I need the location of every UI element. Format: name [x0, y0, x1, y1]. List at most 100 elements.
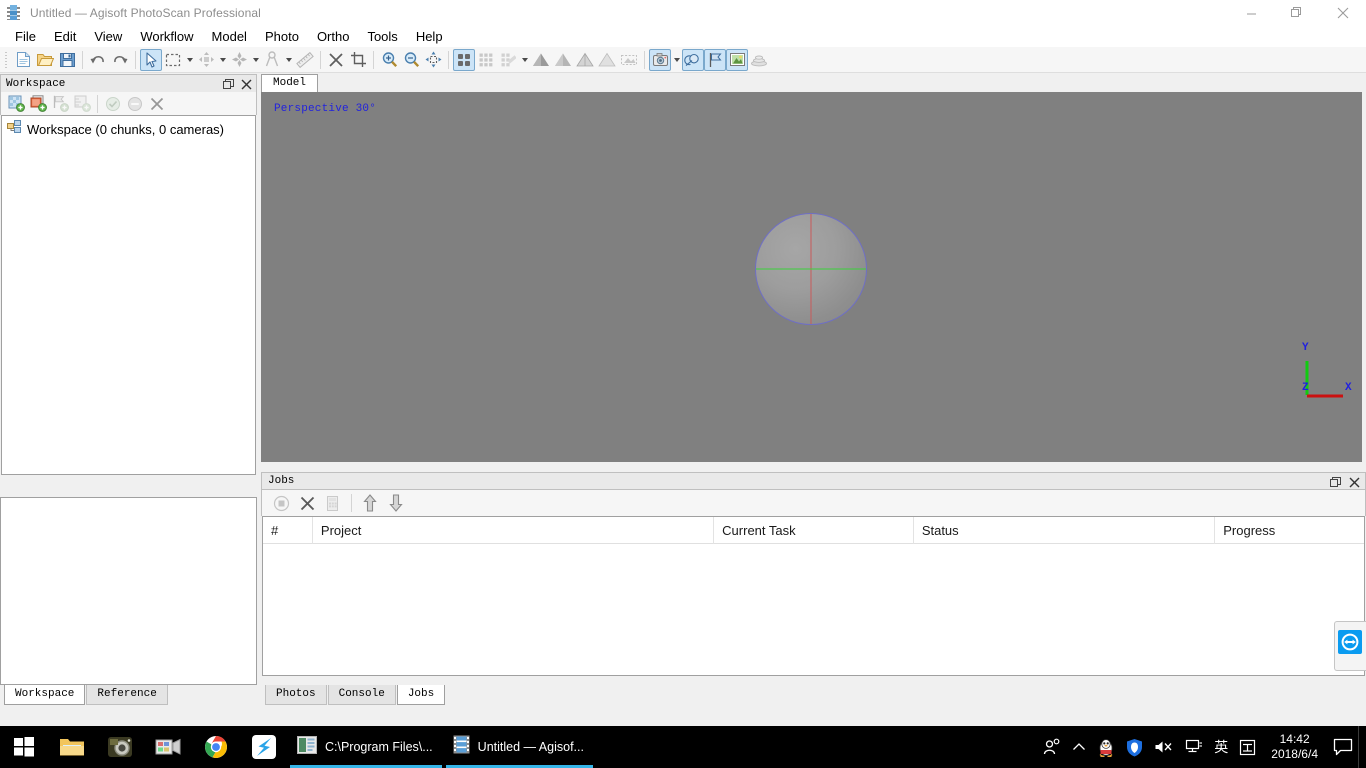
remove-items-icon[interactable] [146, 93, 168, 114]
workspace-tree-root-item[interactable]: Workspace (0 chunks, 0 cameras) [2, 120, 255, 139]
workspace-secondary-pane[interactable] [0, 497, 257, 685]
menu-workflow[interactable]: Workflow [131, 27, 202, 46]
tab-photos[interactable]: Photos [265, 685, 327, 705]
show-markers-icon[interactable] [704, 48, 726, 71]
close-panel-icon[interactable] [1349, 477, 1360, 488]
toolbar-grip[interactable] [2, 50, 10, 70]
shaded-model-icon[interactable] [530, 49, 552, 71]
rotate-object-dropdown-arrow[interactable] [250, 49, 261, 71]
menu-model[interactable]: Model [203, 27, 256, 46]
network-icon[interactable] [1179, 726, 1208, 768]
video-converter-icon[interactable] [144, 726, 192, 768]
tab-console[interactable]: Console [327, 685, 396, 705]
add-scalebar-icon[interactable] [71, 93, 93, 114]
menu-ortho[interactable]: Ortho [308, 27, 359, 46]
show-regions-icon[interactable] [682, 48, 704, 71]
delete-selection-icon[interactable] [325, 49, 347, 71]
show-images-icon[interactable] [726, 48, 748, 71]
rotate-object-icon[interactable] [228, 49, 250, 71]
add-markers-icon[interactable] [49, 93, 71, 114]
navigation-pointer-icon[interactable] [140, 48, 162, 71]
menu-photo[interactable]: Photo [256, 27, 308, 46]
move-job-down-icon[interactable] [384, 492, 408, 514]
people-icon[interactable] [1038, 726, 1066, 768]
solid-model-icon[interactable] [552, 49, 574, 71]
start-button-icon[interactable] [0, 726, 48, 768]
float-panel-icon[interactable] [1330, 476, 1341, 488]
menu-tools[interactable]: Tools [358, 27, 406, 46]
crop-selection-icon[interactable] [347, 49, 369, 71]
add-photos-icon[interactable] [27, 93, 49, 114]
tab-jobs[interactable]: Jobs [396, 685, 446, 705]
photoscan-window[interactable]: Untitled — Agisof... [444, 726, 595, 768]
action-center-icon[interactable] [1328, 726, 1358, 768]
qq-penguin-icon[interactable] [1092, 726, 1120, 768]
textured-model-icon[interactable] [596, 49, 618, 71]
wireframe-model-icon[interactable] [574, 49, 596, 71]
rectangle-selection-dropdown-arrow[interactable] [184, 49, 195, 71]
close-panel-icon[interactable] [241, 79, 252, 90]
model-viewport[interactable]: Perspective 30° Y Z X [261, 92, 1362, 462]
column-header-current-task[interactable]: Current Task [714, 517, 914, 544]
stop-job-icon[interactable] [269, 492, 293, 514]
job-details-icon[interactable] [321, 492, 345, 514]
show-cameras-dropdown-arrow[interactable] [671, 49, 682, 71]
kugou-music-icon[interactable] [240, 726, 288, 768]
google-chrome-icon[interactable] [192, 726, 240, 768]
float-panel-icon[interactable] [223, 78, 234, 90]
jobs-table[interactable]: # Project Current Task Status Progress [262, 516, 1365, 676]
point-cloud-icon[interactable] [453, 48, 475, 71]
tab-model[interactable]: Model [261, 74, 319, 92]
volume-muted-icon[interactable] [1149, 726, 1179, 768]
menu-file[interactable]: File [6, 27, 45, 46]
new-document-icon[interactable] [12, 49, 34, 71]
ime-mode-icon[interactable] [1234, 726, 1261, 768]
rectangle-selection-icon[interactable] [162, 49, 184, 71]
dense-cloud-classes-icon[interactable] [497, 49, 519, 71]
workspace-tree[interactable]: Workspace (0 chunks, 0 cameras) [1, 115, 256, 475]
remote-control-float-button[interactable] [1330, 621, 1366, 673]
show-cameras-icon[interactable] [649, 48, 671, 71]
move-object-dropdown-arrow[interactable] [217, 49, 228, 71]
file-explorer-window[interactable]: C:\Program Files\... [288, 726, 444, 768]
zoom-in-icon[interactable] [378, 49, 400, 71]
dense-cloud-classes-dropdown-arrow[interactable] [519, 49, 530, 71]
menu-help[interactable]: Help [407, 27, 452, 46]
tab-workspace[interactable]: Workspace [4, 685, 86, 705]
menu-view[interactable]: View [85, 27, 131, 46]
ime-language-icon[interactable]: 英 [1208, 726, 1234, 768]
column-header-status[interactable]: Status [914, 517, 1216, 544]
show-trackball-icon[interactable] [748, 49, 770, 71]
add-chunk-icon[interactable] [5, 93, 27, 114]
show-hidden-icons-chevron[interactable] [1066, 726, 1092, 768]
open-folder-icon[interactable] [34, 49, 56, 71]
tab-reference[interactable]: Reference [86, 685, 168, 705]
zoom-out-icon[interactable] [400, 49, 422, 71]
undo-icon[interactable] [87, 49, 109, 71]
move-job-up-icon[interactable] [358, 492, 382, 514]
disable-icon[interactable] [124, 93, 146, 114]
dense-cloud-icon[interactable] [475, 49, 497, 71]
move-object-icon[interactable] [195, 49, 217, 71]
scale-object-icon[interactable] [261, 49, 283, 71]
trackball-sphere[interactable] [755, 213, 867, 325]
tiled-model-icon[interactable] [618, 49, 640, 71]
camera-app-icon[interactable] [96, 726, 144, 768]
file-explorer-icon[interactable] [48, 726, 96, 768]
scale-object-dropdown-arrow[interactable] [283, 49, 294, 71]
restore-button[interactable] [1274, 0, 1320, 26]
taskbar-clock[interactable]: 14:42 2018/6/4 [1261, 726, 1328, 768]
column-header-index[interactable]: # [263, 517, 313, 544]
column-header-progress[interactable]: Progress [1215, 517, 1364, 544]
ruler-icon[interactable] [294, 49, 316, 71]
menu-edit[interactable]: Edit [45, 27, 85, 46]
column-header-project[interactable]: Project [313, 517, 715, 544]
redo-icon[interactable] [109, 49, 131, 71]
minimize-button[interactable] [1228, 0, 1274, 26]
save-icon[interactable] [56, 49, 78, 71]
show-desktop-button[interactable] [1358, 726, 1366, 768]
enable-icon[interactable] [102, 93, 124, 114]
tencent-shield-icon[interactable] [1120, 726, 1149, 768]
remove-job-icon[interactable] [295, 492, 319, 514]
close-button[interactable] [1320, 0, 1366, 26]
